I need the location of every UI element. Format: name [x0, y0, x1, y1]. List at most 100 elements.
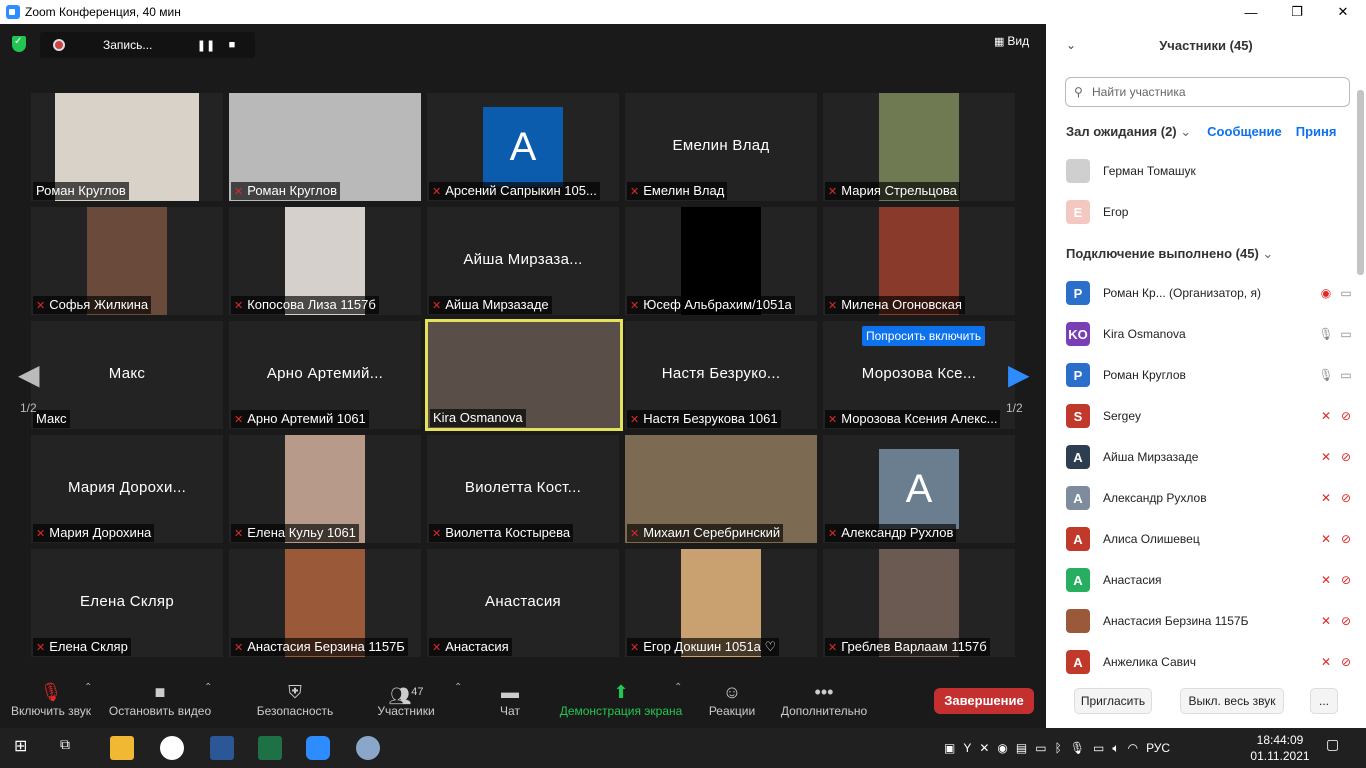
minimize-button[interactable]: —: [1228, 0, 1274, 24]
close-button[interactable]: ✕: [1320, 0, 1366, 24]
camera-off-icon[interactable]: ⊘: [1336, 450, 1356, 464]
participants-button[interactable]: 👥︎47 Участники ⌃: [372, 680, 462, 718]
participant-list-item[interactable]: KO Kira Osmanova 🎙︎ ▭: [1066, 320, 1356, 348]
video-tile[interactable]: Макс Макс: [31, 321, 223, 429]
video-tile[interactable]: Виолетта Кост... ✕ Виолетта Костырева: [427, 435, 619, 543]
video-tile[interactable]: ✕ Мария Стрельцова: [823, 93, 1015, 201]
participant-list-item[interactable]: А Анастасия ✕ ⊘: [1066, 566, 1356, 594]
participant-list-item[interactable]: Р Роман Круглов 🎙︎ ▭: [1066, 361, 1356, 389]
panel-scrollbar[interactable]: [1357, 90, 1364, 275]
video-tile[interactable]: Айша Мирзаза... ✕ Айша Мирзазаде: [427, 207, 619, 315]
excel-icon[interactable]: [258, 736, 282, 760]
notifications-icon[interactable]: ▢: [1326, 736, 1350, 760]
avast-icon[interactable]: ◉: [997, 741, 1007, 755]
video-tile[interactable]: ✕ Егор Докшин 1051а ♡: [625, 549, 817, 657]
file-explorer-icon[interactable]: [110, 736, 134, 760]
video-tile[interactable]: A ✕ Александр Рухлов: [823, 435, 1015, 543]
video-tile[interactable]: Настя Безруко... ✕ Настя Безрукова 1061: [625, 321, 817, 429]
language-indicator[interactable]: РУС: [1146, 741, 1170, 755]
waiting-list-item[interactable]: Герман Томашук: [1066, 157, 1356, 185]
share-screen-button[interactable]: ⬆ Демонстрация экрана ⌃: [556, 680, 686, 718]
mic-tray-icon[interactable]: 🎙︎: [1070, 741, 1085, 755]
video-tile[interactable]: A ✕ Арсений Сапрыкин 105...: [427, 93, 619, 201]
paint-icon[interactable]: [356, 736, 380, 760]
video-tile[interactable]: Роман Круглов: [31, 93, 223, 201]
yandex-tray-icon[interactable]: Y: [963, 741, 971, 755]
bluetooth-icon[interactable]: ᛒ: [1055, 741, 1062, 755]
video-tile[interactable]: Емелин Влад ✕ Емелин Влад: [625, 93, 817, 201]
zoom-taskbar-icon[interactable]: [306, 736, 330, 760]
participant-list-item[interactable]: А Александр Рухлов ✕ ⊘: [1066, 484, 1356, 512]
zoom-tray-icon[interactable]: ▣: [944, 741, 955, 755]
video-tile[interactable]: Мария Дорохи... ✕ Мария Дорохина: [31, 435, 223, 543]
unmute-button[interactable]: 🎙︎ Включить звук ⌃: [8, 680, 94, 718]
next-page-arrow-icon[interactable]: ▶: [1008, 358, 1030, 391]
camera-icon[interactable]: ▭: [1336, 327, 1356, 341]
video-tile[interactable]: ✕ Юсеф Альбрахим/1051а: [625, 207, 817, 315]
video-tile[interactable]: Елена Скляр ✕ Елена Скляр: [31, 549, 223, 657]
video-tile[interactable]: ✕ Елена Кульу 1061: [229, 435, 421, 543]
prev-page-arrow-icon[interactable]: ◀: [18, 358, 40, 391]
camera-off-icon[interactable]: ⊘: [1336, 532, 1356, 546]
task-view-icon[interactable]: ⧉: [60, 736, 84, 760]
camera-off-icon[interactable]: ⊘: [1336, 573, 1356, 587]
search-participants-input[interactable]: ⚲ Найти участника: [1065, 77, 1350, 107]
stop-video-button[interactable]: ■ Остановить видео ⌃: [106, 680, 214, 718]
camera-off-icon[interactable]: ⊘: [1336, 409, 1356, 423]
waiting-message-link[interactable]: Сообщение: [1207, 124, 1282, 139]
camera-off-icon[interactable]: ⊘: [1336, 655, 1356, 669]
participants-options-icon[interactable]: ⌃: [454, 682, 462, 693]
video-tile[interactable]: ✕ Милена Огоновская: [823, 207, 1015, 315]
camera-off-icon[interactable]: ⊘: [1336, 614, 1356, 628]
mic-icon[interactable]: 🎙︎: [1316, 327, 1336, 341]
video-tile[interactable]: ✕ Софья Жилкина: [31, 207, 223, 315]
mic-muted-icon[interactable]: ✕: [1316, 532, 1336, 546]
display-icon[interactable]: ▭: [1093, 741, 1104, 755]
app-tray-icon[interactable]: ▤: [1016, 741, 1027, 755]
panel-more-button[interactable]: ...: [1310, 688, 1338, 714]
video-tile[interactable]: ✕ Михаил Серебринский: [625, 435, 817, 543]
audio-options-icon[interactable]: ⌃: [84, 682, 92, 693]
video-options-icon[interactable]: ⌃: [204, 682, 212, 693]
participant-list-item[interactable]: S Sergey ✕ ⊘: [1066, 402, 1356, 430]
sound-muted-icon[interactable]: ✕: [979, 741, 989, 755]
view-button[interactable]: ▦ Вид: [994, 34, 1029, 48]
word-icon[interactable]: [210, 736, 234, 760]
end-meeting-button[interactable]: Завершение: [934, 688, 1034, 714]
mic-muted-icon[interactable]: ✕: [1316, 655, 1336, 669]
mic-muted-icon[interactable]: ✕: [1316, 573, 1336, 587]
video-tile[interactable]: Арно Артемий... ✕ Арно Артемий 1061: [229, 321, 421, 429]
yandex-browser-icon[interactable]: [160, 736, 184, 760]
mic-icon[interactable]: 🎙︎: [1316, 368, 1336, 382]
video-tile[interactable]: ✕ Копосова Лиза 1157б: [229, 207, 421, 315]
participant-list-item[interactable]: Р Роман Кр... (Организатор, я) ◉ ▭: [1066, 279, 1356, 307]
mic-muted-icon[interactable]: ✕: [1316, 409, 1336, 423]
stop-recording-button[interactable]: ■: [219, 39, 245, 51]
video-tile[interactable]: Анастасия ✕ Анастасия: [427, 549, 619, 657]
video-tile[interactable]: Kira Osmanova: [425, 319, 623, 431]
camera-off-icon[interactable]: ⊘: [1336, 491, 1356, 505]
share-options-icon[interactable]: ⌃: [674, 682, 682, 693]
encryption-shield-icon[interactable]: [12, 36, 26, 52]
admit-all-link[interactable]: Приня: [1296, 124, 1337, 139]
security-button[interactable]: ⛨ Безопасность: [254, 680, 336, 718]
mic-muted-icon[interactable]: ✕: [1316, 450, 1336, 464]
battery-icon[interactable]: ▭: [1035, 741, 1046, 755]
participant-list-item[interactable]: А Алиса Олишевец ✕ ⊘: [1066, 525, 1356, 553]
invite-button[interactable]: Пригласить: [1074, 688, 1152, 714]
participant-list-item[interactable]: А Анжелика Савич ✕ ⊘: [1066, 648, 1356, 676]
video-tile[interactable]: ✕ Греблев Варлаам 1157б: [823, 549, 1015, 657]
connected-chevron-icon[interactable]: ⌄: [1262, 246, 1273, 261]
participant-list-item[interactable]: А Айша Мирзазаде ✕ ⊘: [1066, 443, 1356, 471]
video-tile[interactable]: ✕ Роман Круглов: [229, 93, 421, 201]
waiting-list-item[interactable]: Е Егор: [1066, 198, 1356, 226]
camera-icon[interactable]: ▭: [1336, 286, 1356, 300]
reactions-button[interactable]: ☺ Реакции: [704, 680, 760, 718]
more-button[interactable]: ••• Дополнительно: [776, 680, 872, 718]
clock[interactable]: 18:44:09 01.11.2021: [1240, 732, 1320, 764]
mic-muted-icon[interactable]: ✕: [1316, 614, 1336, 628]
waiting-chevron-icon[interactable]: ⌄: [1180, 124, 1191, 139]
maximize-button[interactable]: ❐: [1274, 0, 1320, 24]
mute-all-button[interactable]: Выкл. весь звук: [1180, 688, 1284, 714]
video-tile[interactable]: ✕ Анастасия Берзина 1157Б: [229, 549, 421, 657]
